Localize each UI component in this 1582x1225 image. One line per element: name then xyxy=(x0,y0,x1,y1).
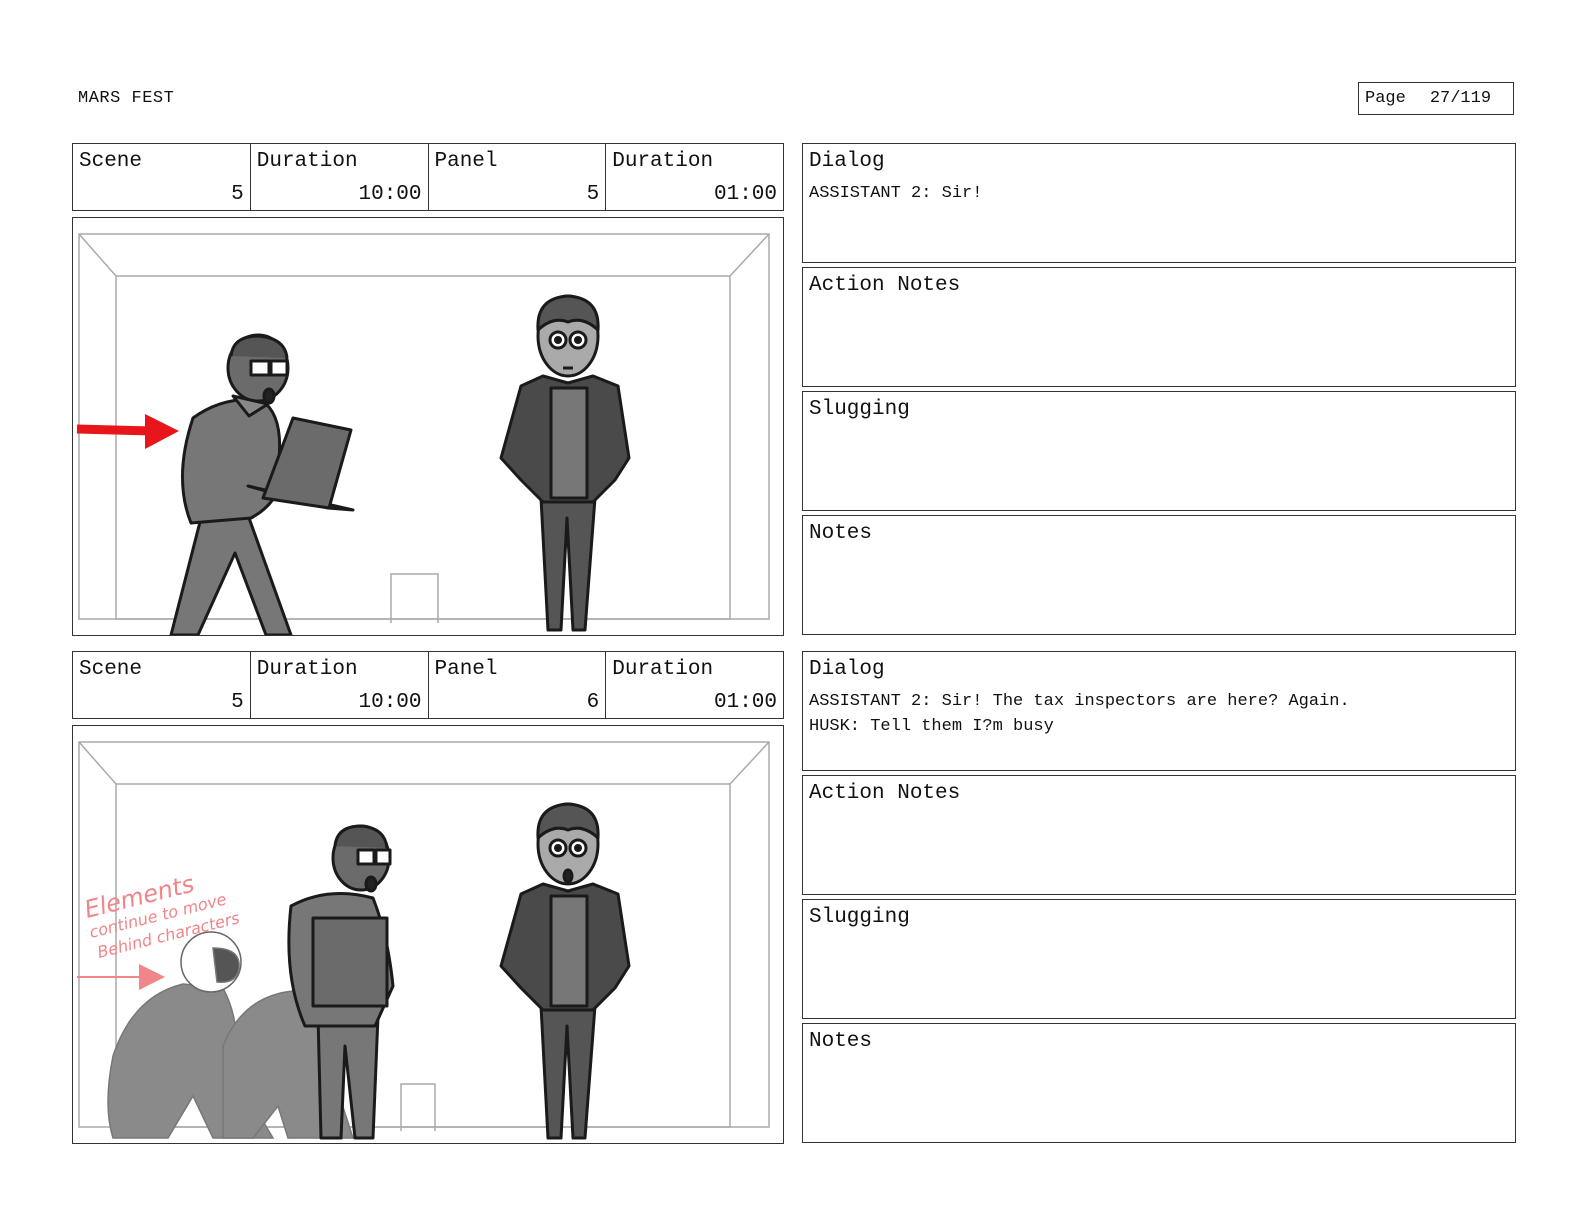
page-number: 27/119 xyxy=(1429,89,1492,108)
room-outline xyxy=(78,233,770,623)
panel-duration-cell: Duration 01:00 xyxy=(606,652,783,718)
project-title: MARS FEST xyxy=(78,89,175,108)
dialog-label: Dialog xyxy=(809,150,885,173)
notes-box: Notes xyxy=(802,1023,1516,1143)
dialog-text: ASSISTANT 2: Sir! xyxy=(809,184,983,203)
scene-duration-value: 10:00 xyxy=(358,691,422,714)
dialog-box: Dialog ASSISTANT 2: Sir! The tax inspect… xyxy=(802,651,1516,771)
scene-duration-value: 10:00 xyxy=(358,183,422,206)
scene-cell: Scene 5 xyxy=(73,144,251,210)
scene-duration-label: Duration xyxy=(256,658,358,681)
panel-duration-cell: Duration 01:00 xyxy=(606,144,783,210)
scene-value: 5 xyxy=(231,183,244,206)
panel-cell: Panel 6 xyxy=(429,652,607,718)
notes-label: Notes xyxy=(809,522,873,545)
assistant-figure xyxy=(169,333,355,635)
panel-value: 6 xyxy=(586,691,600,714)
dialog-box: Dialog ASSISTANT 2: Sir! xyxy=(802,143,1516,263)
action-notes-box: Action Notes xyxy=(802,775,1516,895)
action-notes-label: Action Notes xyxy=(809,782,961,805)
slugging-box: Slugging xyxy=(802,899,1516,1019)
scene-cell: Scene 5 xyxy=(73,652,251,718)
slugging-label: Slugging xyxy=(809,906,910,929)
panel-duration-label: Duration xyxy=(612,658,714,681)
dialog-label: Dialog xyxy=(809,658,885,681)
annotation-arrow-icon xyxy=(77,964,165,990)
storyboard-row-2: Scene 5 Duration 10:00 Panel 6 Duration … xyxy=(72,651,1516,1144)
motion-arrow-icon xyxy=(76,414,179,449)
page-indicator: Page 27/119 xyxy=(1358,82,1514,115)
panel-info-bar: Scene 5 Duration 10:00 Panel 6 Duration … xyxy=(72,651,784,719)
panel-duration-label: Duration xyxy=(612,150,714,173)
notes-box: Notes xyxy=(802,515,1516,635)
notes-label: Notes xyxy=(809,1030,873,1053)
scene-duration-cell: Duration 10:00 xyxy=(251,144,429,210)
scene-label: Scene xyxy=(79,150,143,173)
storyboard-sketch: Elements continue to move Behind charact… xyxy=(72,725,784,1144)
scene-duration-label: Duration xyxy=(256,150,358,173)
action-notes-label: Action Notes xyxy=(809,274,961,297)
scene-duration-cell: Duration 10:00 xyxy=(251,652,429,718)
slugging-box: Slugging xyxy=(802,391,1516,511)
scene-label: Scene xyxy=(79,658,143,681)
panel-value: 5 xyxy=(586,183,600,206)
sketch-drawing: Elements continue to move Behind charact… xyxy=(77,741,770,1140)
panel-label: Panel xyxy=(434,658,498,681)
panel-cell: Panel 5 xyxy=(429,144,607,210)
husk-figure xyxy=(499,294,631,632)
sketch-drawing xyxy=(76,233,770,635)
husk-figure xyxy=(499,802,631,1140)
panel-info-bar: Scene 5 Duration 10:00 Panel 5 Duration … xyxy=(72,143,784,211)
panel-duration-value: 01:00 xyxy=(713,183,777,206)
panel-label: Panel xyxy=(434,150,498,173)
dialog-text: ASSISTANT 2: Sir! The tax inspectors are… xyxy=(809,692,1350,736)
panel-duration-value: 01:00 xyxy=(713,691,777,714)
scene-value: 5 xyxy=(231,691,244,714)
page-label: Page xyxy=(1365,89,1406,108)
slugging-label: Slugging xyxy=(809,398,910,421)
storyboard-sketch xyxy=(72,217,784,636)
storyboard-row-1: Scene 5 Duration 10:00 Panel 5 Duration … xyxy=(72,143,1516,636)
action-notes-box: Action Notes xyxy=(802,267,1516,387)
